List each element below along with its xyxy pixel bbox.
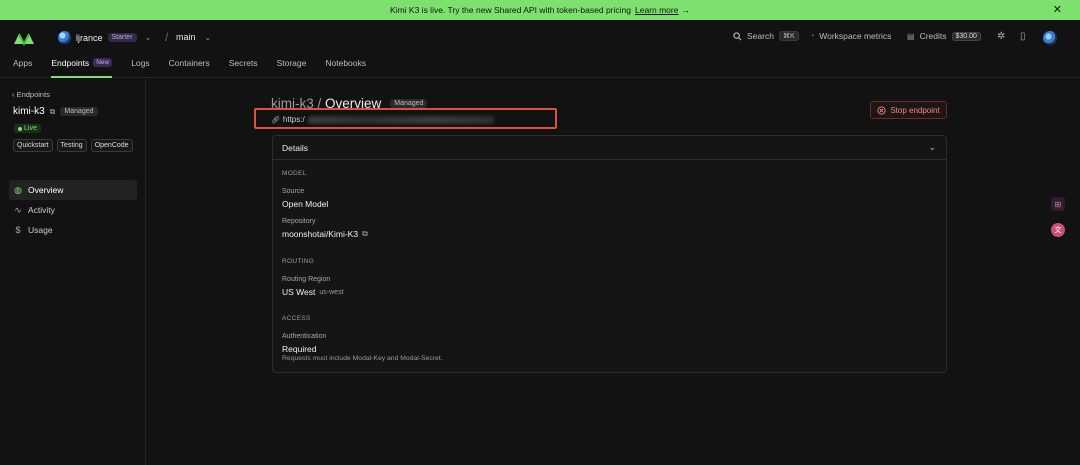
testing-button[interactable]: Testing <box>56 139 87 152</box>
access-section-heading: ACCESS <box>282 315 311 322</box>
tab-logs[interactable]: Logs <box>131 58 149 78</box>
tab-apps[interactable]: Apps <box>13 58 32 78</box>
routing-region-value: US West us-west <box>282 287 344 297</box>
details-panel: Details ⌄ MODEL Source Open Model Reposi… <box>272 135 947 373</box>
tab-label: Apps <box>13 58 33 68</box>
repository-value: moonshotai/Kimi-K3 ⧉ <box>282 229 368 239</box>
credits-button[interactable]: ▤ Credits $30.00 <box>907 31 981 41</box>
endpoint-actions: Quickstart Testing OpenCode <box>13 139 133 152</box>
tab-label: Secrets <box>228 58 258 68</box>
copy-icon[interactable]: ⧉ <box>50 107 56 117</box>
credits-value: $30.00 <box>951 31 981 41</box>
details-header[interactable]: Details ⌄ <box>273 136 946 160</box>
managed-badge: Managed <box>390 99 428 108</box>
top-bar: ljrance Starter ⌄ / main ⌄ Search ⌘K ◔ W… <box>0 20 1080 78</box>
sidebar-item-usage[interactable]: $ Usage <box>9 220 137 240</box>
authentication-value: Required <box>282 344 317 354</box>
close-banner-button[interactable]: ✕ <box>1053 3 1062 16</box>
tab-label: Notebooks <box>325 58 366 68</box>
sidebar-item-label: Usage <box>28 225 53 235</box>
workspace-name: ljrance <box>76 32 103 43</box>
tab-label: Endpoints <box>51 58 90 68</box>
tab-secrets[interactable]: Secrets <box>229 58 258 78</box>
source-value-text: Open Model <box>282 199 329 209</box>
learn-more-link[interactable]: Learn more <box>635 5 678 15</box>
copy-icon[interactable]: ⧉ <box>362 229 368 239</box>
endpoint-name: kimi-k3 <box>13 106 45 117</box>
metrics-icon: ◔ <box>810 32 815 40</box>
tab-label: Storage <box>276 58 307 68</box>
main-tabs: Apps Endpoints New Logs Containers Secret… <box>13 58 385 78</box>
globe-icon: ◍ <box>14 184 22 195</box>
workspace-metrics-label: Workspace metrics <box>819 31 892 41</box>
tab-containers[interactable]: Containers <box>169 58 210 78</box>
environment-name: main <box>176 32 196 42</box>
credits-label: Credits <box>919 31 947 41</box>
auth-value-text: Required <box>282 344 317 354</box>
region-code: us-west <box>319 288 344 296</box>
modal-logo-icon[interactable] <box>13 32 35 46</box>
new-badge: New <box>93 58 113 67</box>
source-label: Source <box>282 188 305 195</box>
settings-icon[interactable]: ✲ <box>997 31 1005 42</box>
translate-icon[interactable]: 文 <box>1051 223 1065 237</box>
breadcrumb-separator: / <box>165 30 169 44</box>
status-text: Live <box>24 125 37 132</box>
managed-badge: Managed <box>60 107 98 116</box>
repository-value-text: moonshotai/Kimi-K3 <box>282 229 359 239</box>
arrow-right-icon: → <box>681 5 690 15</box>
search-label: Search <box>747 31 774 41</box>
activity-icon: ∿ <box>14 204 22 215</box>
credits-icon: ▤ <box>907 31 915 41</box>
device-icon[interactable]: ▯ <box>1020 31 1026 42</box>
url-highlight-box <box>254 108 557 129</box>
tab-storage[interactable]: Storage <box>277 58 307 78</box>
stop-endpoint-label: Stop endpoint <box>890 105 940 115</box>
search-icon <box>733 31 742 40</box>
authentication-label: Authentication <box>282 333 327 340</box>
floating-tool-icon[interactable]: ⊞ <box>1051 197 1065 211</box>
user-avatar[interactable] <box>1043 31 1057 45</box>
repository-label: Repository <box>282 218 316 225</box>
routing-section-heading: ROUTING <box>282 258 315 265</box>
workspace-metrics-button[interactable]: ◔ Workspace metrics <box>810 31 891 41</box>
dollar-icon: $ <box>15 225 21 235</box>
sidebar-item-overview[interactable]: ◍ Overview <box>9 180 137 200</box>
announcement-banner: Kimi K3 is live. Try the new Shared API … <box>0 0 1080 20</box>
workspace-switcher[interactable]: ljrance Starter ⌄ <box>58 31 151 44</box>
search-shortcut: ⌘K <box>778 31 799 41</box>
status-badge: Live <box>14 124 41 133</box>
sidebar-item-label: Activity <box>28 205 55 215</box>
stop-endpoint-button[interactable]: Stop endpoint <box>870 101 947 119</box>
routing-region-label: Routing Region <box>282 276 331 283</box>
sidebar-item-label: Overview <box>28 185 64 195</box>
chevron-down-icon[interactable]: ⌄ <box>928 142 936 153</box>
model-section-heading: MODEL <box>282 170 307 177</box>
authentication-note: Requests must include Modal-Key and Moda… <box>282 355 443 362</box>
opencode-button[interactable]: OpenCode <box>90 139 133 152</box>
workspace-avatar <box>58 31 71 44</box>
tab-endpoints[interactable]: Endpoints New <box>51 58 113 78</box>
chevron-down-icon: ⌄ <box>204 32 212 42</box>
search-button[interactable]: Search ⌘K <box>733 31 799 41</box>
tab-notebooks[interactable]: Notebooks <box>325 58 366 78</box>
endpoint-sidebar: ‹ Endpoints kimi-k3 ⧉ Managed Live Quick… <box>0 79 146 465</box>
status-dot <box>18 126 22 131</box>
plan-badge: Starter <box>107 33 137 42</box>
tab-label: Containers <box>168 58 210 68</box>
quickstart-button[interactable]: Quickstart <box>13 139 53 152</box>
sidebar-item-activity[interactable]: ∿ Activity <box>9 200 137 220</box>
back-to-endpoints-link[interactable]: ‹ Endpoints <box>12 90 50 99</box>
endpoint-title: kimi-k3 ⧉ Managed <box>13 106 98 117</box>
environment-switcher[interactable]: main ⌄ <box>176 32 211 42</box>
region-name: US West <box>282 287 316 297</box>
tab-label: Logs <box>131 58 150 68</box>
chevron-down-icon: ⌄ <box>144 33 152 42</box>
sidebar-nav: ◍ Overview ∿ Activity $ Usage <box>9 180 137 240</box>
stop-circle-icon <box>877 105 886 115</box>
source-value: Open Model <box>282 199 328 209</box>
details-heading: Details <box>282 142 308 153</box>
banner-text: Kimi K3 is live. Try the new Shared API … <box>390 5 631 15</box>
